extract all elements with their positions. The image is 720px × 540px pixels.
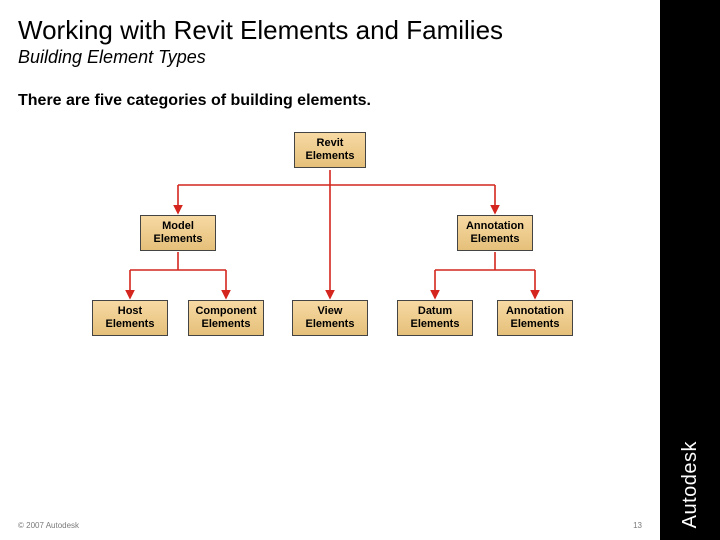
page-number: 13 <box>633 521 642 530</box>
slide-footer: © 2007 Autodesk 13 <box>18 521 642 530</box>
node-annotation-elements-mid: Annotation Elements <box>457 215 533 251</box>
copyright-text: © 2007 Autodesk <box>18 521 79 530</box>
node-annotation-elements-leaf: Annotation Elements <box>497 300 573 336</box>
slide-content: Working with Revit Elements and Families… <box>0 0 660 540</box>
slide: Autodesk Working with Revit Elements and… <box>0 0 720 540</box>
hierarchy-diagram: Revit Elements Model Elements Annotation… <box>90 130 570 360</box>
slide-description: There are five categories of building el… <box>18 92 642 110</box>
node-datum-elements: Datum Elements <box>397 300 473 336</box>
slide-subtitle: Building Element Types <box>18 47 642 68</box>
node-view-elements: View Elements <box>292 300 368 336</box>
node-host-elements: Host Elements <box>92 300 168 336</box>
autodesk-logo: Autodesk <box>679 441 702 528</box>
node-root: Revit Elements <box>294 132 366 168</box>
node-component-elements: Component Elements <box>188 300 264 336</box>
brand-sidebar: Autodesk <box>660 0 720 540</box>
slide-title: Working with Revit Elements and Families <box>18 16 642 45</box>
node-model-elements: Model Elements <box>140 215 216 251</box>
